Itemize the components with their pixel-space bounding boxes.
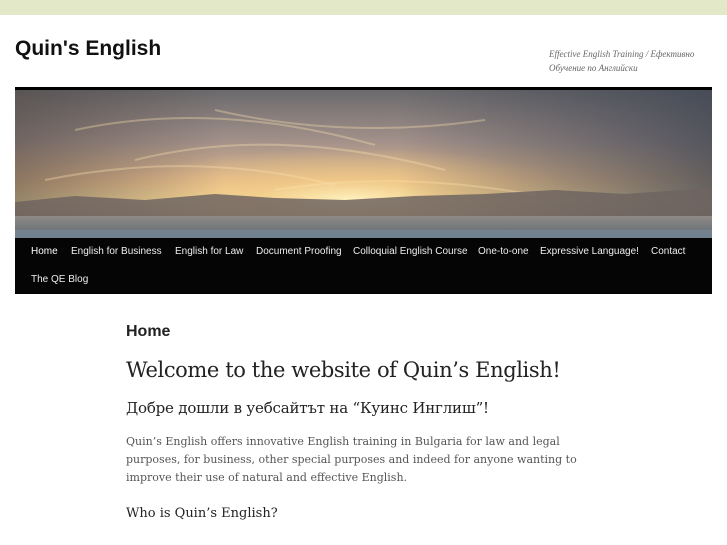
nav-item-the-qe-blog[interactable]: The QE Blog <box>31 266 88 294</box>
site-title[interactable]: Quin's English <box>15 37 161 61</box>
nav-item-one-to-one[interactable]: One-to-one <box>478 238 529 266</box>
nav-item-document-proofing[interactable]: Document Proofing <box>256 238 342 266</box>
nav-item-colloquial-english-course[interactable]: Colloquial English Course <box>353 238 468 266</box>
main-content: Home Welcome to the website of Quin’s En… <box>126 321 606 523</box>
nav-item-english-for-business[interactable]: English for Business <box>71 238 162 266</box>
who-heading: Who is Quin’s English? <box>126 506 278 521</box>
page: Quin's English Effective English Trainin… <box>0 15 727 545</box>
header-banner-image <box>15 90 712 238</box>
sunset-banner-graphic <box>15 90 712 238</box>
welcome-heading-english: Welcome to the website of Quin’s English… <box>126 358 561 382</box>
nav-item-home[interactable]: Home <box>31 238 58 266</box>
main-navigation: Home English for Business English for La… <box>15 238 712 294</box>
site-tagline: Effective English Training / Ефективно О… <box>549 49 695 73</box>
nav-item-contact[interactable]: Contact <box>651 238 685 266</box>
welcome-heading-bulgarian: Добре дошли в уебсайтът на “Куинс Инглиш… <box>126 399 489 417</box>
intro-paragraph: Quin’s English offers innovative English… <box>126 435 577 484</box>
page-title: Home <box>126 323 171 340</box>
nav-item-english-for-law[interactable]: English for Law <box>175 238 243 266</box>
nav-item-expressive-language[interactable]: Expressive Language! <box>540 238 639 266</box>
